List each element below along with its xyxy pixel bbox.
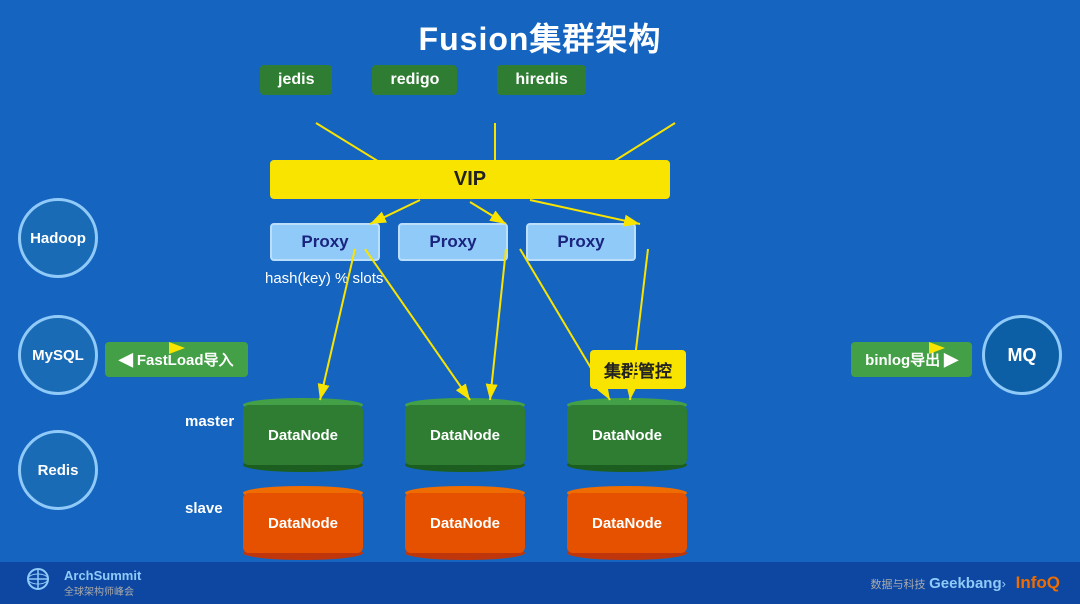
redis-label: Redis	[38, 462, 79, 479]
master-datanode-3: DataNode	[567, 405, 687, 465]
slave-datanode-1: DataNode	[243, 493, 363, 553]
archsummit-sub: 全球架构师峰会	[64, 583, 141, 598]
slave-label: slave	[185, 500, 223, 517]
slave-datanode-2-label: DataNode	[430, 515, 500, 532]
master-datanode-2-label: DataNode	[430, 427, 500, 444]
redigo-box: redigo	[372, 65, 457, 95]
hiredis-box: hiredis	[497, 65, 585, 95]
proxy-box-1: Proxy	[270, 223, 380, 261]
master-datanode-3-label: DataNode	[592, 427, 662, 444]
hadoop-label: Hadoop	[30, 230, 86, 247]
fastload-label: FastLoad导入	[137, 349, 234, 370]
hadoop-circle: Hadoop	[18, 198, 98, 278]
vip-bar: VIP	[270, 160, 670, 199]
fastload-button: ◀ FastLoad导入	[105, 342, 248, 377]
master-label: master	[185, 413, 234, 430]
slave-datanode-1-label: DataNode	[268, 515, 338, 532]
mysql-label: MySQL	[32, 347, 84, 364]
archsummit-label: ArchSummit	[64, 568, 141, 583]
slave-datanode-2: DataNode	[405, 493, 525, 553]
redis-circle: Redis	[18, 430, 98, 510]
slave-datanode-3-label: DataNode	[592, 515, 662, 532]
footer-right: 数据与科技 Geekbang› InfoQ	[870, 573, 1060, 593]
proxy-box-3: Proxy	[526, 223, 636, 261]
hash-label: hash(key) % slots	[265, 270, 383, 287]
master-datanode-1-label: DataNode	[268, 427, 338, 444]
binlog-button: binlog导出 ▶	[851, 342, 972, 377]
jedis-box: jedis	[260, 65, 332, 95]
infoq-label: InfoQ	[1016, 573, 1060, 592]
proxy-box-2: Proxy	[398, 223, 508, 261]
master-datanode-2: DataNode	[405, 405, 525, 465]
mq-circle: MQ	[982, 315, 1062, 395]
archsummit-icon	[20, 565, 56, 601]
footer-left: ArchSummit 全球架构师峰会	[20, 565, 141, 601]
title: Fusion集群架构	[0, 0, 1080, 60]
slave-datanode-3: DataNode	[567, 493, 687, 553]
cluster-control-box: 集群管控	[590, 350, 686, 389]
mysql-circle: MySQL	[18, 315, 98, 395]
footer: ArchSummit 全球架构师峰会 数据与科技 Geekbang› InfoQ	[0, 562, 1080, 604]
mq-label: MQ	[1008, 345, 1037, 366]
geekbang-label: Geekbang	[929, 575, 1002, 592]
binlog-label: binlog导出	[865, 349, 940, 370]
master-datanode-1: DataNode	[243, 405, 363, 465]
